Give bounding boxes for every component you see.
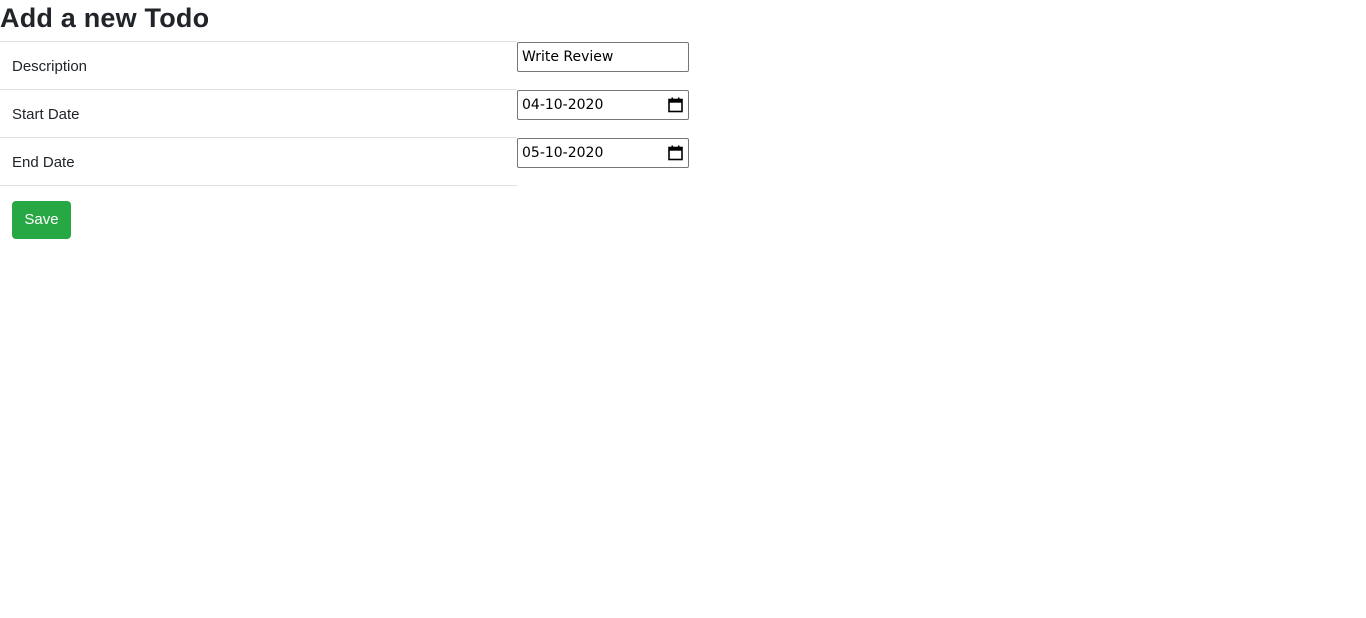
start-date-input[interactable]: 04-10-2020 — [517, 89, 689, 120]
save-button[interactable]: Save — [12, 201, 71, 239]
page: Add a new Todo Description Write Review … — [0, 0, 1366, 618]
end-date-value: 05-10-2020 — [522, 144, 604, 161]
description-value: Write Review — [522, 48, 614, 65]
description-input[interactable]: Write Review — [517, 41, 689, 72]
calendar-icon[interactable] — [668, 145, 683, 161]
form-row-start-date: Start Date 04-10-2020 — [0, 89, 689, 138]
page-title: Add a new Todo — [0, 3, 210, 33]
start-date-label: Start Date — [12, 106, 80, 123]
start-date-value: 04-10-2020 — [522, 96, 604, 113]
todo-form: Description Write Review Start Date 04-1… — [0, 41, 689, 186]
calendar-icon[interactable] — [668, 97, 683, 113]
form-row-end-date: End Date 05-10-2020 — [0, 137, 689, 186]
end-date-label: End Date — [12, 154, 75, 171]
end-date-input[interactable]: 05-10-2020 — [517, 137, 689, 168]
form-row-description: Description Write Review — [0, 41, 689, 90]
description-label: Description — [12, 58, 88, 75]
